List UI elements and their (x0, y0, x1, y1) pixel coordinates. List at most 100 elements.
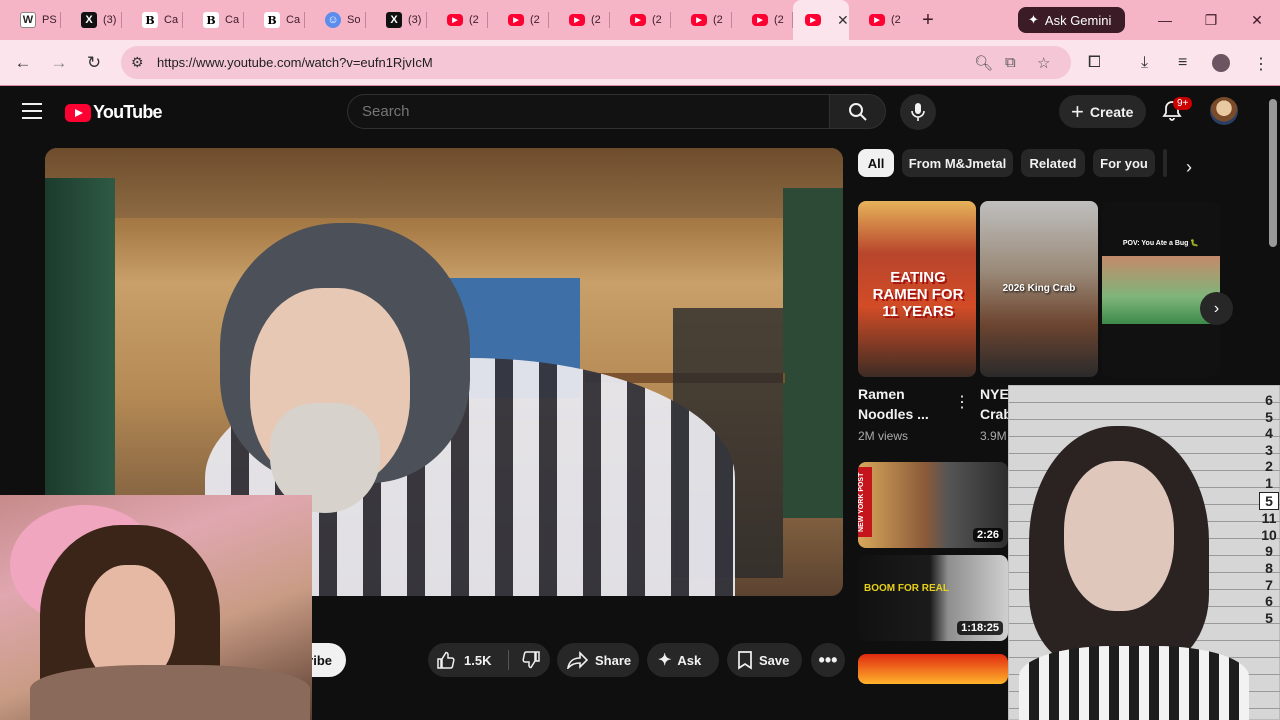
height-mark: 5 (1265, 609, 1273, 626)
search-input[interactable] (348, 95, 829, 128)
chip-from-channel[interactable]: From M&Jmetal (902, 149, 1013, 177)
short-title-line2[interactable]: Noodles ... (858, 404, 929, 424)
tab[interactable]: ▶ (2 (427, 0, 488, 40)
chip-clipped[interactable] (1163, 149, 1167, 177)
download-icon[interactable]: ⤓ (1141, 54, 1148, 72)
mugshot-shirt (1019, 646, 1249, 720)
short-thumbnail[interactable]: POV: You Ate a Bug 🐛 (1102, 201, 1220, 377)
tab[interactable]: ▶ (2 (610, 0, 671, 40)
tab-last[interactable]: ▶ (2 (849, 0, 910, 40)
chevron-right-icon[interactable]: › (1186, 157, 1192, 178)
browser-toolbar: ← → ↻ ⚙ https://www.youtube.com/watch?v=… (0, 40, 1280, 86)
related-video-thumbnail[interactable]: BOOM FOR REAL 1:18:25 (858, 555, 1008, 641)
ask-button[interactable]: ✦ Ask (647, 643, 719, 677)
tab[interactable]: X (3) (61, 0, 122, 40)
hamburger-menu-icon[interactable] (22, 103, 42, 119)
restore-icon[interactable]: ❐ (1188, 0, 1234, 40)
create-button[interactable]: + Create (1059, 95, 1146, 128)
tab[interactable]: ▶ (2 (671, 0, 732, 40)
tab[interactable]: ▶ (2 (549, 0, 610, 40)
height-mark: 10 (1261, 526, 1277, 543)
voice-search-button[interactable] (900, 94, 936, 130)
height-mark: 6 (1265, 392, 1273, 408)
webcam-shirt (30, 665, 310, 720)
mugshot-overlay: 6 5 4 3 2 1 5 11 10 9 8 7 6 5 (1008, 385, 1280, 720)
address-bar[interactable]: ⚙ https://www.youtube.com/watch?v=eufn1R… (121, 46, 1071, 79)
close-window-icon[interactable]: ✕ (1234, 0, 1280, 40)
chevron-right-icon: › (1213, 299, 1220, 317)
more-actions-button[interactable]: ••• (811, 643, 845, 677)
thumbs-up-icon (437, 651, 455, 669)
sparkle-icon: ✦ (1028, 12, 1039, 27)
youtube-icon: ▶ (752, 14, 768, 26)
tab-active[interactable]: ▶ ✕ (793, 0, 849, 40)
publisher-badge: NEW YORK POST (858, 467, 872, 537)
tab[interactable]: ▶ (2 (488, 0, 549, 40)
media-control-icon[interactable]: ≡ (1178, 54, 1187, 72)
install-app-icon[interactable]: ⧉ (1005, 54, 1016, 71)
height-mark: 8 (1265, 559, 1273, 576)
url-text[interactable]: https://www.youtube.com/watch?v=eufn1Rjv… (157, 55, 433, 70)
youtube-icon: ▶ (691, 14, 707, 26)
related-video-thumbnail[interactable] (858, 654, 1008, 684)
chip-for-you[interactable]: For you (1093, 149, 1155, 177)
account-avatar[interactable] (1210, 97, 1238, 125)
short-overlay-text: 2026 King Crab (1002, 283, 1076, 294)
youtube-logo[interactable]: YouTube (65, 102, 163, 123)
webcam-overlay (0, 495, 312, 720)
back-icon[interactable]: ← (8, 48, 38, 78)
youtube-icon: ▶ (569, 14, 585, 26)
close-tab-icon[interactable]: ✕ (837, 12, 849, 29)
like-divider (508, 650, 509, 670)
chip-related[interactable]: Related (1021, 149, 1085, 177)
tab-strip: W PS X (3) B Ca B Ca B Ca ☺ So X (3) ▶ (2 ▶ (2 ▶ (2 ▶ (2 ▶ (2 ▶ (… (0, 0, 1280, 40)
forward-icon[interactable]: → (44, 48, 74, 78)
ask-gemini-button[interactable]: ✦ Ask Gemini (1018, 7, 1125, 33)
shorts-next-button[interactable]: › (1200, 292, 1233, 325)
video-frame-ceiling (45, 148, 843, 218)
tab[interactable]: ▶ (2 (732, 0, 793, 40)
height-mark: 7 (1265, 576, 1273, 593)
chip-all[interactable]: All (858, 149, 894, 177)
like-button[interactable]: 1.5K (428, 643, 508, 677)
scrollbar-thumb[interactable] (1269, 99, 1277, 247)
tab-title: Ca (225, 14, 240, 26)
zoom-icon[interactable]: 🔍︎ (974, 54, 993, 72)
save-button[interactable]: Save (727, 643, 802, 677)
tab-title: (2 (652, 14, 662, 26)
profile-avatar[interactable] (1212, 54, 1230, 72)
video-duration: 1:18:25 (957, 621, 1003, 635)
tab-title: (2 (774, 14, 784, 26)
search-box[interactable] (347, 94, 829, 129)
short-thumbnail[interactable]: EATING RAMEN FOR 11 YEARS (858, 201, 976, 377)
tab[interactable]: X (3) (366, 0, 427, 40)
tab[interactable]: B Ca (244, 0, 305, 40)
short-title-line1[interactable]: Ramen (858, 384, 905, 404)
height-mark: 1 (1265, 474, 1273, 491)
more-vertical-icon[interactable]: ⋮ (954, 392, 970, 412)
reload-icon[interactable]: ↻ (79, 48, 109, 78)
tab[interactable]: B Ca (122, 0, 183, 40)
short-thumbnail[interactable]: 2026 King Crab (980, 201, 1098, 377)
tab[interactable]: ☺ So (305, 0, 366, 40)
youtube-icon: ▶ (630, 14, 646, 26)
like-dislike-group: 1.5K (428, 643, 550, 677)
b-icon: B (264, 12, 280, 28)
bookmark-star-icon[interactable]: ☆ (1037, 54, 1050, 72)
tab[interactable]: B Ca (183, 0, 244, 40)
kebab-menu-icon[interactable]: ⋮ (1253, 54, 1269, 74)
extensions-icon[interactable]: ⧠ (1088, 54, 1101, 72)
tab-title: Ca (164, 14, 179, 26)
new-tab-icon[interactable]: + (910, 0, 946, 40)
tab[interactable]: W PS (0, 0, 61, 40)
minimize-icon[interactable]: — (1142, 0, 1188, 40)
dislike-button[interactable] (512, 643, 550, 677)
short-title-line1[interactable]: NYE (980, 384, 1009, 404)
related-video-thumbnail[interactable]: NEW YORK POST 2:26 (858, 462, 1008, 548)
search-button[interactable] (829, 94, 886, 129)
short-overlay-text: EATING RAMEN FOR 11 YEARS (872, 269, 964, 320)
height-mark: 2 (1265, 458, 1273, 475)
share-button[interactable]: Share (557, 643, 639, 677)
tab-title: So (347, 14, 361, 26)
site-settings-icon[interactable]: ⚙ (131, 54, 144, 71)
